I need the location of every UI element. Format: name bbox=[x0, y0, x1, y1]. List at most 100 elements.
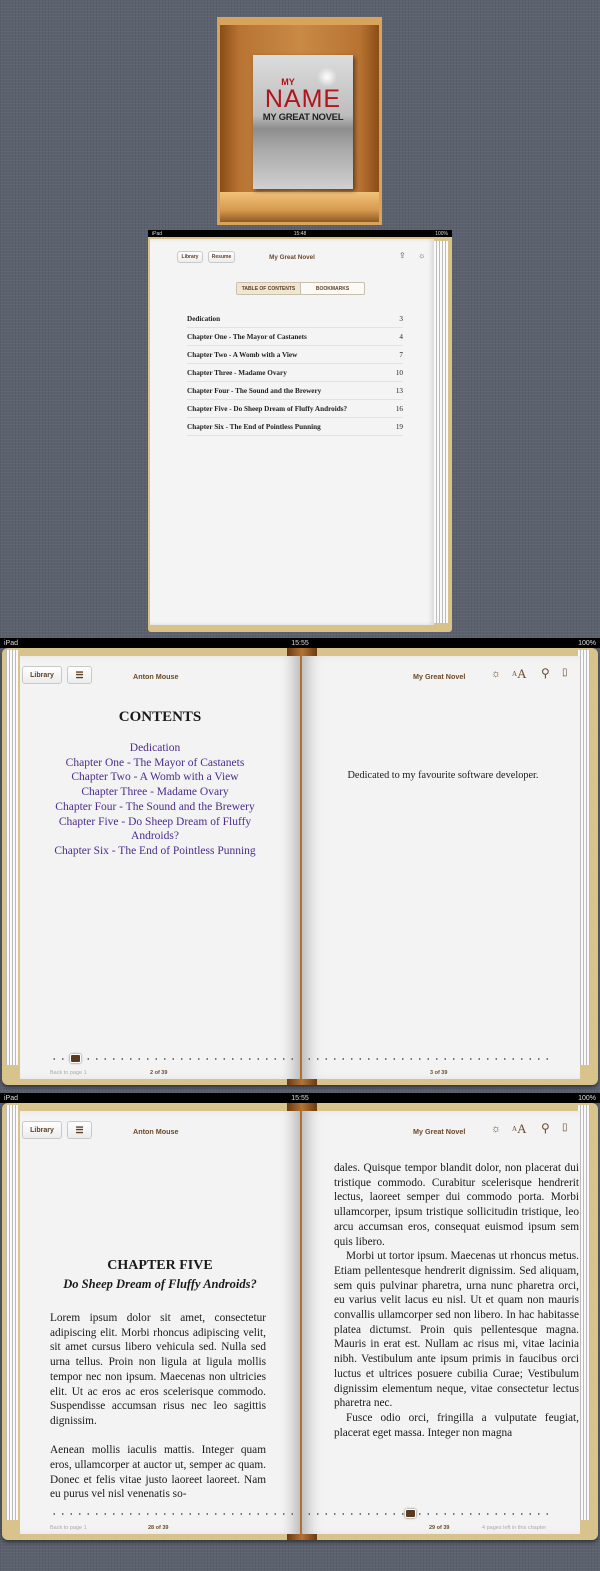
page-edges bbox=[6, 1105, 18, 1520]
tab-bookmarks[interactable]: BOOKMARKS bbox=[301, 283, 364, 294]
page-number: 29 of 39 bbox=[429, 1525, 450, 1531]
toc-page: 13 bbox=[395, 386, 403, 395]
toc-row[interactable]: Chapter Two - A Womb with a View 7 bbox=[187, 346, 403, 364]
toc-title: Chapter Four - The Sound and the Brewery bbox=[187, 386, 322, 395]
back-to-page-link[interactable]: Back to page 1 bbox=[50, 1525, 87, 1531]
author-name: Anton Mouse bbox=[133, 1127, 179, 1136]
font-size-icon[interactable]: AA bbox=[512, 1121, 526, 1137]
chapter-text: Lorem ipsum dolor sit amet, consectetur … bbox=[50, 1311, 266, 1517]
toc-title: Chapter Five - Do Sheep Dream of Fluffy … bbox=[187, 404, 348, 413]
dedication-text: Dedicated to my favourite software devel… bbox=[347, 770, 539, 781]
tab-table-of-contents[interactable]: TABLE OF CONTENTS bbox=[237, 283, 301, 294]
search-icon[interactable]: ⚲ bbox=[541, 666, 550, 680]
paragraph: Fusce odio orci, fringilla a vulputate f… bbox=[334, 1411, 579, 1439]
page-edges bbox=[6, 650, 18, 1065]
toc-title: Chapter Three - Madame Ovary bbox=[187, 368, 287, 377]
library-button[interactable]: Library bbox=[22, 666, 62, 684]
toc-row[interactable]: Chapter Four - The Sound and the Brewery… bbox=[187, 382, 403, 400]
brightness-icon[interactable]: ☼ bbox=[491, 668, 501, 680]
reader-spread-chapter: iPad 15:55 100% Library ☰ Anton Mouse CH… bbox=[0, 1093, 600, 1545]
contents-link[interactable]: Chapter One - The Mayor of Castanets bbox=[45, 756, 265, 771]
toc-page: 10 bbox=[395, 368, 403, 377]
paragraph: Aenean mollis iaculis mattis. Integer qu… bbox=[50, 1444, 266, 1501]
scrubber-thumb[interactable] bbox=[70, 1054, 81, 1063]
book-title: My Great Novel bbox=[269, 254, 315, 261]
page-scrubber[interactable] bbox=[305, 1057, 555, 1061]
toc-page: 16 bbox=[395, 404, 403, 413]
toc-title: Chapter One - The Mayor of Castanets bbox=[187, 332, 307, 341]
pages-left-in-chapter: 4 pages left in this chapter bbox=[482, 1525, 547, 1531]
page-scrubber[interactable] bbox=[50, 1057, 300, 1061]
toc-page: 4 bbox=[399, 332, 403, 341]
clock: 15:55 bbox=[291, 639, 309, 647]
book: Library ☰ Anton Mouse CONTENTS Dedicatio… bbox=[2, 648, 598, 1085]
toc-page: 7 bbox=[399, 350, 403, 359]
toc-view: Library Resume My Great Novel ⇪ ☼ TABLE … bbox=[148, 237, 452, 632]
book-title: My Great Novel bbox=[413, 672, 466, 681]
toc-list: Dedication 3 Chapter One - The Mayor of Ca… bbox=[187, 310, 403, 436]
contents-link[interactable]: Chapter Three - Madame Ovary bbox=[45, 785, 265, 800]
paragraph: Morbi ut tortor ipsum. Maecenas ut rhonc… bbox=[334, 1250, 579, 1410]
page-edges bbox=[434, 241, 448, 623]
clock: 15:55 bbox=[291, 1094, 309, 1102]
left-page[interactable]: Library ☰ Anton Mouse CHAPTER FIVE Do Sh… bbox=[20, 1111, 300, 1534]
contents-link[interactable]: Chapter Two - A Womb with a View bbox=[45, 770, 265, 785]
brightness-icon[interactable]: ☼ bbox=[418, 251, 425, 260]
shelf-board bbox=[220, 192, 379, 222]
scrubber-thumb[interactable] bbox=[405, 1509, 416, 1518]
bookmark-icon[interactable]: ▯ bbox=[562, 1122, 568, 1133]
page-scrubber[interactable] bbox=[305, 1512, 555, 1516]
list-icon: ☰ bbox=[75, 1124, 84, 1135]
page-number: 28 of 39 bbox=[148, 1525, 169, 1531]
font-size-icon[interactable]: AA bbox=[512, 666, 526, 682]
share-icon[interactable]: ⇪ bbox=[399, 251, 406, 260]
toc-title: Dedication bbox=[187, 314, 221, 323]
book: Library ☰ Anton Mouse CHAPTER FIVE Do Sh… bbox=[2, 1103, 598, 1540]
toc-row[interactable]: Chapter Five - Do Sheep Dream of Fluffy … bbox=[187, 400, 403, 418]
toc-list-button[interactable]: ☰ bbox=[67, 666, 92, 684]
bookshelf: MY NAME MY GREAT NOVEL bbox=[217, 17, 382, 225]
cover-text: MY GREAT NOVEL bbox=[262, 112, 344, 123]
bookmark-icon[interactable]: ▯ bbox=[562, 667, 568, 678]
toc-tabs: TABLE OF CONTENTS BOOKMARKS bbox=[236, 282, 365, 295]
chapter-text: dales. Quisque tempor blandit dolor, non… bbox=[334, 1161, 579, 1440]
author-name: Anton Mouse bbox=[133, 672, 179, 681]
status-bar: iPad 15:55 100% bbox=[0, 1093, 600, 1103]
paragraph: Lorem ipsum dolor sit amet, consectetur … bbox=[50, 1312, 266, 1427]
search-icon[interactable]: ⚲ bbox=[541, 1121, 550, 1135]
brightness-icon[interactable]: ☼ bbox=[491, 1123, 501, 1135]
toc-row[interactable]: Chapter Three - Madame Ovary 10 bbox=[187, 364, 403, 382]
page-number: 3 of 39 bbox=[430, 1070, 448, 1076]
toc-page: 3 bbox=[399, 314, 403, 323]
toc-page: Library Resume My Great Novel ⇪ ☼ TABLE … bbox=[150, 239, 434, 625]
back-to-page-link[interactable]: Back to page 1 bbox=[50, 1070, 87, 1076]
contents-heading: CONTENTS bbox=[118, 709, 202, 725]
page-scrubber[interactable] bbox=[50, 1512, 300, 1516]
toc-row[interactable]: Chapter Six - The End of Pointless Punni… bbox=[187, 418, 403, 436]
reader-spread-contents: iPad 15:55 100% Library ☰ Anton Mouse CO… bbox=[0, 638, 600, 1090]
toc-title: Chapter Six - The End of Pointless Punni… bbox=[187, 422, 321, 431]
cover-text: NAME bbox=[264, 85, 342, 113]
book-title: My Great Novel bbox=[413, 1127, 466, 1136]
right-page[interactable]: My Great Novel ☼ AA ⚲ ▯ Dedicated to my … bbox=[302, 656, 580, 1079]
toc-title: Chapter Two - A Womb with a View bbox=[187, 350, 298, 359]
contents-link[interactable]: Dedication bbox=[45, 741, 265, 756]
toc-row[interactable]: Chapter One - The Mayor of Castanets 4 bbox=[187, 328, 403, 346]
chapter-heading: CHAPTER FIVE bbox=[107, 1258, 213, 1273]
toc-row[interactable]: Dedication 3 bbox=[187, 310, 403, 328]
toc-list-button[interactable]: ☰ bbox=[67, 1121, 92, 1139]
contents-link[interactable]: Chapter Five - Do Sheep Dream of Fluffy … bbox=[45, 815, 265, 844]
chapter-subtitle: Do Sheep Dream of Fluffy Androids? bbox=[63, 1277, 257, 1291]
paragraph: dales. Quisque tempor blandit dolor, non… bbox=[334, 1162, 579, 1248]
contents-links: Dedication Chapter One - The Mayor of Cas… bbox=[45, 741, 265, 859]
list-icon: ☰ bbox=[75, 669, 84, 680]
status-bar: iPad 15:55 100% bbox=[0, 638, 600, 648]
contents-link[interactable]: Chapter Four - The Sound and the Brewery bbox=[45, 800, 265, 815]
library-button[interactable]: Library bbox=[22, 1121, 62, 1139]
toc-page: 19 bbox=[395, 422, 403, 431]
book-cover[interactable]: MY NAME MY GREAT NOVEL bbox=[253, 55, 353, 189]
page-number: 2 of 39 bbox=[150, 1070, 168, 1076]
right-page[interactable]: My Great Novel ☼ AA ⚲ ▯ dales. Quisque t… bbox=[302, 1111, 580, 1534]
contents-link[interactable]: Chapter Six - The End of Pointless Punni… bbox=[45, 844, 265, 859]
left-page[interactable]: Library ☰ Anton Mouse CONTENTS Dedicatio… bbox=[20, 656, 300, 1079]
